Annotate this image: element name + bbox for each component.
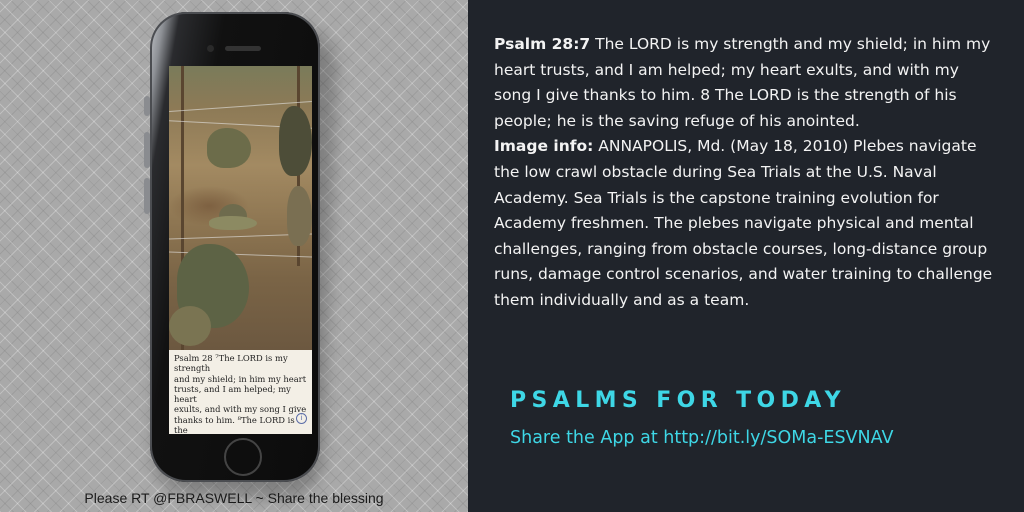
phone-verse-caption: Psalm 28 ⁷The LORD is my strength and my… — [169, 350, 312, 434]
front-camera-icon — [207, 45, 214, 52]
image-info-text: ANNAPOLIS, Md. (May 18, 2010) Plebes nav… — [494, 137, 993, 309]
share-app-link[interactable]: Share the App at http://bit.ly/SOMa-ESVN… — [510, 428, 893, 448]
image-info-label: Image info: — [494, 137, 594, 156]
training-photo — [169, 66, 312, 350]
speaker-grille — [225, 46, 261, 51]
verse-block: Psalm 28:7 The LORD is my strength and m… — [494, 32, 994, 314]
right-panel: Psalm 28:7 The LORD is my strength and m… — [468, 0, 1024, 512]
verse-reference: Psalm 28:7 — [494, 35, 591, 53]
phone-screen: Psalm 28 ⁷The LORD is my strength and my… — [169, 66, 312, 434]
left-panel: Psalm 28 ⁷The LORD is my strength and my… — [0, 0, 468, 512]
retweet-note: Please RT @FBRASWELL ~ Share the blessin… — [84, 490, 384, 506]
info-icon[interactable]: i — [296, 413, 307, 424]
home-button — [224, 438, 262, 476]
brand-title: PSALMS FOR TODAY — [510, 388, 846, 413]
